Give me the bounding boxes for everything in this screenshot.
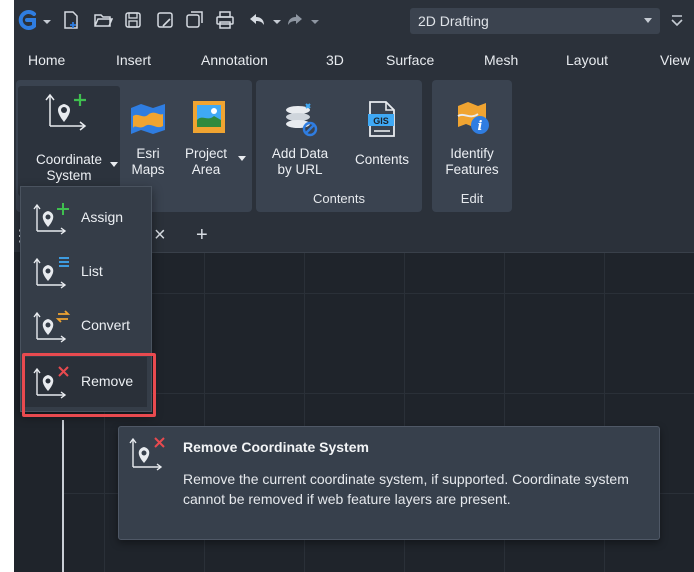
ribbon-tab-bar: Home Insert Annotation 3D Surface Mesh L… [14,46,694,76]
tab-annotation[interactable]: Annotation [201,52,268,68]
svg-text:i: i [478,119,483,134]
customize-toolbar-icon[interactable] [666,9,688,31]
redo-icon[interactable] [284,9,306,31]
coordinate-system-icon [44,92,94,135]
project-area-button[interactable]: Project Area [174,86,248,196]
app-logo-icon[interactable] [16,9,38,31]
tooltip-description: Remove the current coordinate system, if… [183,471,629,507]
chevron-down-icon [644,18,652,23]
add-data-url-icon [280,100,320,141]
menu-item-convert-label: Convert [81,317,131,333]
project-area-label-line1: Project [184,146,228,161]
app-menu-chevron-icon[interactable] [42,15,52,25]
contents-panel-title: Contents [312,191,366,206]
project-area-label-line2: Area [191,162,221,177]
redo-chevron-icon[interactable] [310,15,320,25]
svg-text:GIS: GIS [373,116,389,126]
menu-item-convert[interactable]: Convert [25,301,147,351]
undo-chevron-icon[interactable] [272,15,282,25]
quick-access-toolbar: 2D Drafting [14,0,694,42]
grid-line [64,293,694,294]
print-icon[interactable] [214,9,236,31]
tab-layout[interactable]: Layout [566,52,608,68]
save-icon[interactable] [122,9,144,31]
chevron-down-icon [238,156,246,161]
esri-maps-button[interactable]: Esri Maps [124,86,172,196]
tab-mesh[interactable]: Mesh [484,52,518,68]
coordinate-system-button[interactable]: Coordinate System [18,86,120,196]
workspace-label: 2D Drafting [418,13,489,29]
add-data-by-url-button[interactable]: Add Data by URL [258,86,342,182]
close-tab-button[interactable]: × [154,224,166,247]
contents-button[interactable]: GIS Contents [344,86,420,182]
esri-maps-icon [129,102,167,139]
chevron-down-icon [110,162,118,167]
identify-features-label: Identify Features [434,146,510,178]
add-tab-button[interactable]: + [196,224,208,247]
identify-features-icon: i [454,98,492,139]
esri-maps-label-line1: Esri [136,146,160,161]
remove-coordinate-icon [127,435,167,471]
identify-features-button[interactable]: i Identify Features [434,86,510,182]
coordinate-system-label-line2: System [46,168,92,183]
undo-icon[interactable] [246,9,268,31]
ucs-axis-line [62,420,64,572]
remove-tooltip: Remove Coordinate System Remove the curr… [118,426,660,540]
tab-insert[interactable]: Insert [116,52,151,68]
tab-view[interactable]: View [660,52,690,68]
esri-maps-label-line2: Maps [131,162,165,177]
contents-button-label: Contents [344,152,420,168]
menu-item-list[interactable]: List [25,247,147,297]
esri-maps-label: Esri Maps [124,146,172,178]
coordinate-system-label: Coordinate System [20,152,118,184]
tab-3d[interactable]: 3D [326,52,344,68]
project-area-icon [190,98,228,139]
identify-features-label-line1: Identify [450,146,494,161]
save-as-icon[interactable] [154,9,176,31]
add-data-url-label-line1: Add Data [271,146,329,161]
remove-highlight-box [22,353,156,417]
menu-item-assign-label: Assign [81,209,124,225]
edit-panel-title: Edit [460,191,484,206]
tooltip-title: Remove Coordinate System [183,439,369,455]
add-data-url-label-line2: by URL [277,162,323,177]
list-coordinate-icon [31,255,71,289]
workspace-dropdown[interactable]: 2D Drafting [410,8,660,34]
save-all-icon[interactable] [184,9,206,31]
new-file-icon[interactable] [60,9,82,31]
edit-panel: i Identify Features Edit [432,80,512,212]
gis-contents-icon: GIS [364,100,400,141]
open-folder-icon[interactable] [92,9,114,31]
add-data-url-label: Add Data by URL [258,146,342,178]
identify-features-label-line2: Features [445,162,499,177]
convert-coordinate-icon [31,309,71,343]
menu-item-assign[interactable]: Assign [25,193,147,243]
menu-item-list-label: List [81,263,103,279]
assign-coordinate-icon [31,201,71,235]
tab-surface[interactable]: Surface [386,52,434,68]
contents-button-label-line1: Contents [354,152,410,167]
project-area-label: Project Area [174,146,238,178]
app-window: 2D Drafting Home Insert Annotation 3D Su… [14,0,694,572]
tab-home[interactable]: Home [28,52,65,68]
contents-panel: Add Data by URL GIS Contents Contents [256,80,422,212]
coordinate-system-label-line1: Coordinate [35,152,103,167]
grid-line [64,393,694,394]
